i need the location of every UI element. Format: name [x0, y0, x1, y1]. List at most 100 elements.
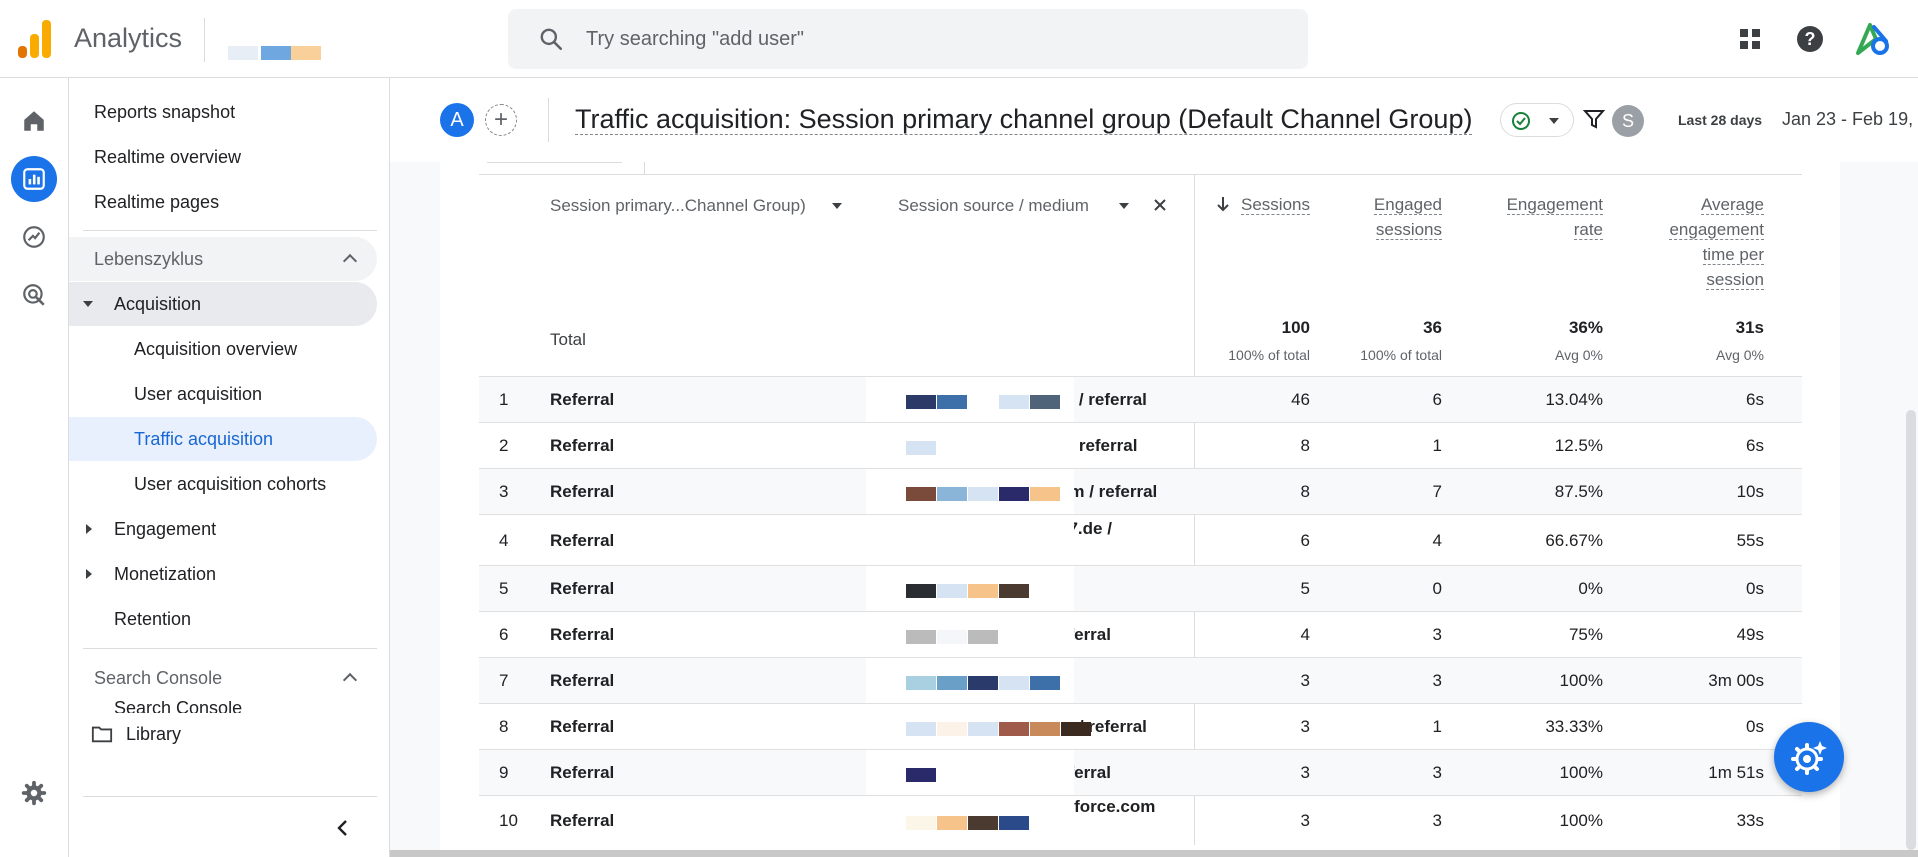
nav-section-search-console[interactable]: Search Console — [69, 656, 377, 700]
table-row[interactable]: 10Referral33100%33sg.force.com/ referral — [479, 795, 1802, 846]
sessions-cell: 3 — [1300, 811, 1310, 830]
report-status-dropdown[interactable] — [1500, 103, 1574, 137]
page-title[interactable]: Traffic acquisition: Session primary cha… — [575, 104, 1473, 135]
engaged-sessions-cell: 6 — [1432, 390, 1442, 409]
engagement-rate-cell: 100% — [1559, 763, 1603, 782]
redacted-block — [866, 566, 1074, 612]
horizontal-scrollbar[interactable] — [390, 850, 1918, 857]
user-avatar[interactable]: S — [1612, 105, 1644, 137]
sessions-column-header[interactable]: Sessions — [1236, 192, 1310, 217]
engaged-sessions-column-header[interactable]: Engaged sessions — [1340, 192, 1442, 242]
filter-icon[interactable] — [1583, 108, 1605, 130]
nav-traffic-acquisition[interactable]: Traffic acquisition — [69, 417, 377, 461]
nav-divider — [83, 648, 377, 649]
collapse-chevron-icon[interactable] — [333, 818, 353, 838]
analytics-logo[interactable] — [18, 20, 52, 58]
header-label: Engaged — [1373, 195, 1442, 215]
insights-fab-button[interactable] — [1774, 722, 1844, 792]
account-avatar-icon[interactable] — [1852, 19, 1892, 59]
table-row[interactable]: 9 Referral 3 3 100% 1m 51s eferral — [479, 749, 1802, 796]
header-label: session — [1706, 270, 1764, 290]
nav-user-acquisition[interactable]: User acquisition — [69, 372, 377, 416]
avg-engagement-time-cell: 6s — [1746, 390, 1764, 409]
gear-icon — [21, 780, 47, 806]
nav-label: Retention — [114, 608, 192, 629]
table-row[interactable]: 5Referral500%0sal — [479, 565, 1802, 612]
header-label: sessions — [1375, 220, 1442, 240]
remove-dimension-close-icon[interactable] — [1152, 197, 1168, 213]
nav-realtime-pages[interactable]: Realtime pages — [69, 180, 377, 224]
table-row[interactable]: 8 Referral 3 1 33.33% 0s et / referral — [479, 703, 1802, 750]
total-rate-sub: Avg 0% — [1555, 347, 1603, 363]
channel-cell: Referral — [550, 811, 615, 830]
dimension-1-dropdown-icon[interactable] — [832, 203, 842, 209]
engagement-rate-cell: 100% — [1559, 671, 1603, 690]
engagement-rate-column-header[interactable]: Engagement rate — [1480, 192, 1603, 242]
nav-monetization[interactable]: Monetization — [69, 552, 377, 596]
table-row[interactable]: 6 Referral 4 3 75% 49s eferral — [479, 611, 1802, 658]
search-input[interactable] — [586, 9, 1266, 69]
nav-library[interactable]: Library — [69, 712, 377, 756]
divider — [548, 98, 549, 142]
account-selector[interactable] — [228, 46, 324, 60]
nav-label: User acquisition — [134, 383, 263, 404]
date-range-picker[interactable]: Jan 23 - Feb 19, 2 — [1782, 109, 1918, 130]
sessions-cell: 46 — [1291, 390, 1310, 409]
nav-label: Engagement — [114, 518, 217, 539]
app-title: Analytics — [74, 23, 183, 53]
advertising-nav-button[interactable] — [11, 272, 57, 318]
nav-reports-snapshot[interactable]: Reports snapshot — [69, 90, 377, 134]
sessions-cell: 8 — [1300, 482, 1310, 501]
nav-section-lebenszyklus[interactable]: Lebenszyklus — [69, 237, 377, 281]
redacted-block — [866, 515, 1074, 566]
nav-realtime-overview[interactable]: Realtime overview — [69, 135, 377, 179]
engaged-sessions-cell: 7 — [1432, 482, 1442, 501]
reports-nav-button[interactable] — [11, 156, 57, 202]
help-icon[interactable]: ? — [1794, 23, 1826, 55]
table-row[interactable]: 2 Referral 8 1 12.5% 6s t / referral — [479, 422, 1802, 469]
nav-section-label: Lebenszyklus — [94, 248, 204, 269]
total-sessions-sub: 100% of total — [1228, 347, 1310, 363]
nav-acquisition-overview[interactable]: Acquisition overview — [69, 327, 377, 371]
vertical-scrollbar[interactable] — [1906, 410, 1916, 850]
dimension-2-dropdown-icon[interactable] — [1119, 203, 1129, 209]
divider — [644, 162, 645, 175]
explore-nav-button[interactable] — [11, 214, 57, 260]
table-row[interactable]: 3 Referral 8 7 87.5% 10s om / referral — [479, 468, 1802, 515]
dimension-1-header[interactable]: Session primary...Channel Group) — [550, 196, 806, 216]
table-row[interactable]: 4 Referral 6 4 66.67% 55s e7.de / — [479, 514, 1802, 566]
caret-down-icon — [83, 301, 93, 307]
nav-label: Reports snapshot — [94, 101, 236, 122]
side-nav: Reports snapshot Realtime overview Realt… — [69, 78, 390, 857]
channel-cell: Referral — [550, 531, 615, 550]
home-nav-button[interactable] — [11, 98, 57, 144]
channel-cell: Referral — [550, 717, 615, 736]
avg-engagement-time-cell: 49s — [1736, 625, 1764, 644]
table-row[interactable]: 1 Referral 46 6 13.04% 6s m / referral — [479, 376, 1802, 423]
sessions-cell: 4 — [1300, 625, 1310, 644]
avg-engagement-time-cell: 10s — [1736, 482, 1764, 501]
engagement-rate-cell: 87.5% — [1554, 482, 1603, 501]
sort-descending-arrow-icon[interactable] — [1215, 195, 1231, 213]
channel-cell: Referral — [550, 671, 615, 690]
nav-user-acquisition-cohorts[interactable]: User acquisition cohorts — [69, 462, 377, 506]
add-comparison-button[interactable]: + — [485, 104, 517, 136]
admin-settings-button[interactable] — [11, 770, 57, 816]
redacted-block — [866, 796, 1074, 846]
sessions-cell: 3 — [1300, 763, 1310, 782]
apps-grid-icon[interactable] — [1734, 23, 1766, 55]
dimension-2-header[interactable]: Session source / medium — [898, 196, 1089, 216]
nav-divider — [83, 230, 377, 231]
comparison-avatar[interactable]: A — [440, 103, 474, 137]
engagement-rate-cell: 100% — [1559, 811, 1603, 830]
reports-icon — [23, 168, 45, 190]
average-engagement-time-column-header[interactable]: Average engagement time per session — [1640, 192, 1764, 292]
nav-retention[interactable]: Retention — [69, 597, 377, 641]
search-bar[interactable] — [508, 9, 1308, 69]
advertising-icon — [23, 284, 45, 306]
nav-engagement[interactable]: Engagement — [69, 507, 377, 551]
table-row[interactable]: 7Referral33100%3m 00sl — [479, 657, 1802, 704]
nav-acquisition[interactable]: Acquisition — [69, 282, 377, 326]
channel-cell: Referral — [550, 763, 615, 782]
engaged-sessions-cell: 0 — [1432, 579, 1442, 598]
